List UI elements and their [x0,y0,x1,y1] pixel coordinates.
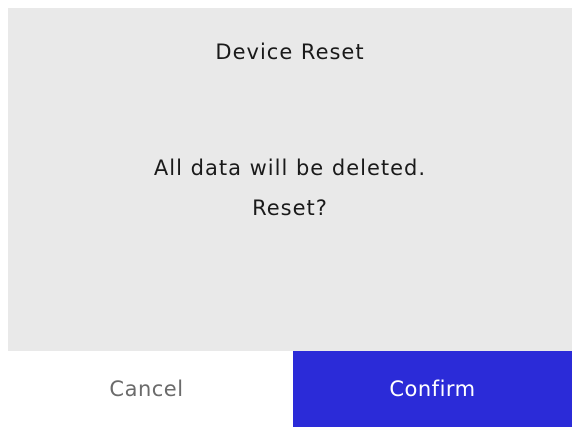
dialog-message: All data will be deleted. Reset? [8,148,572,228]
confirm-button[interactable]: Confirm [293,351,572,427]
dialog-panel: Device Reset All data will be deleted. R… [8,8,572,351]
message-line-1: All data will be deleted. [153,156,427,180]
cancel-button[interactable]: Cancel [0,351,293,427]
reset-dialog: Device Reset All data will be deleted. R… [0,0,572,427]
dialog-title: Device Reset [215,40,365,64]
message-line-2: Reset? [252,196,328,220]
